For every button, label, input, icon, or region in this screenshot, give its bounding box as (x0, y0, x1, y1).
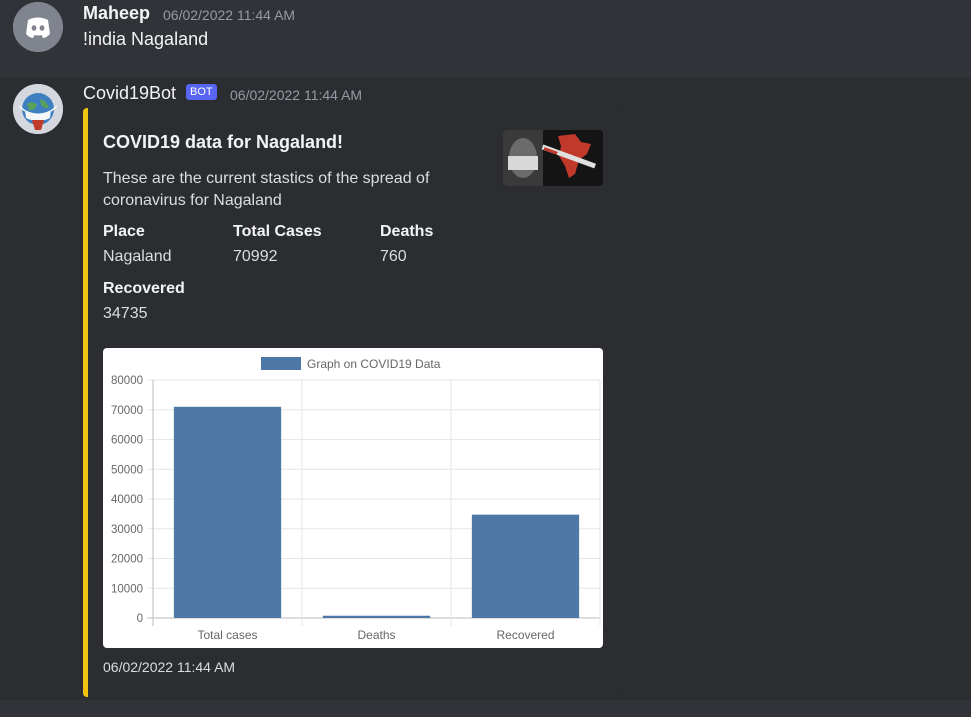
message-covid19bot: Covid19Bot BOT 06/02/2022 11:44 AM COVID… (0, 78, 971, 717)
bot-avatar[interactable] (13, 84, 63, 134)
y-tick-label: 30000 (111, 524, 143, 536)
globe-mask-icon (13, 84, 63, 134)
field-name-place: Place (103, 223, 145, 240)
username[interactable]: Covid19Bot (83, 83, 176, 104)
legend-label: Graph on COVID19 Data (307, 357, 441, 371)
bar (471, 514, 580, 618)
y-tick-label: 0 (137, 613, 143, 625)
y-tick-label: 20000 (111, 554, 143, 566)
x-tick-label: Total cases (197, 628, 257, 642)
y-tick-label: 60000 (111, 435, 143, 447)
field-value-recovered: 34735 (103, 305, 148, 322)
field-value-deaths: 760 (380, 248, 407, 265)
embed-chart-image[interactable]: Graph on COVID19 Data 80000 70000 60000 5000… (103, 348, 603, 648)
embed-card: COVID19 data for Nagaland! These are the… (83, 108, 622, 697)
embed-title: COVID19 data for Nagaland! (103, 132, 344, 152)
field-value-total-cases: 70992 (233, 248, 278, 265)
covid-india-thumbnail-icon (503, 130, 603, 186)
embed-description: These are the current stastics of the sp… (103, 170, 430, 209)
bottom-divider (0, 700, 971, 717)
field-value-place: Nagaland (103, 248, 172, 265)
username[interactable]: Maheep (83, 3, 150, 24)
user-avatar[interactable] (13, 2, 63, 52)
y-tick-label: 10000 (111, 583, 143, 595)
bar (322, 615, 431, 618)
y-tick-label: 70000 (111, 405, 143, 417)
discord-logo-icon (13, 2, 63, 52)
y-tick-label: 80000 (111, 375, 143, 387)
bar-chart: Graph on COVID19 Data 80000 70000 60000 5000… (111, 357, 601, 642)
y-tick-label: 50000 (111, 464, 143, 476)
field-name-deaths: Deaths (380, 223, 434, 240)
embed-footer-timestamp: 06/02/2022 11:44 AM (103, 659, 236, 675)
message-timestamp: 06/02/2022 11:44 AM (163, 7, 296, 23)
x-tick-label: Deaths (357, 628, 395, 642)
field-name-total-cases: Total Cases (233, 223, 322, 240)
message-maheep: Maheep 06/02/2022 11:44 AM !india Nagala… (0, 0, 971, 78)
message-timestamp: 06/02/2022 11:44 AM (230, 87, 363, 103)
legend-swatch (261, 357, 301, 370)
embed-thumbnail[interactable] (503, 130, 603, 186)
bar (173, 406, 282, 618)
bot-badge: BOT (186, 84, 217, 100)
y-tick-label: 40000 (111, 494, 143, 506)
x-tick-label: Recovered (496, 628, 554, 642)
field-name-recovered: Recovered (103, 280, 185, 297)
message-content: !india Nagaland (83, 29, 209, 49)
